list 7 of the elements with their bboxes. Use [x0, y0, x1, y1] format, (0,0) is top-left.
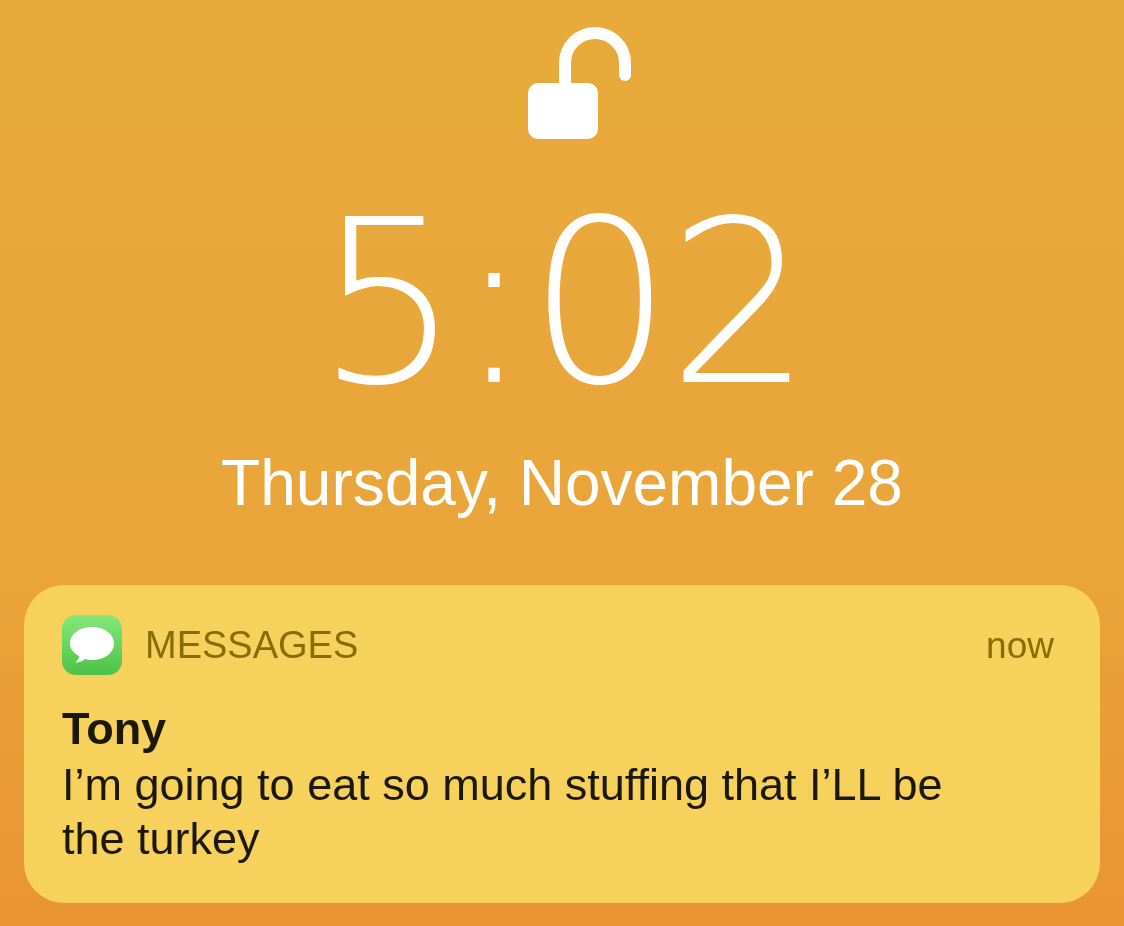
notification-card[interactable]: MESSAGES now Tony I’m going to eat so much stuffing that I’LL be the turkey	[24, 585, 1100, 903]
app-name: MESSAGES	[145, 626, 359, 664]
message-text: I’m going to eat so much stuffing that I’LL be the turkey	[62, 758, 944, 866]
sender-name: Tony	[62, 702, 168, 756]
clock-time: 5:02	[315, 191, 809, 417]
speech-bubble-icon	[62, 615, 122, 675]
notification-time: now	[986, 626, 1054, 664]
